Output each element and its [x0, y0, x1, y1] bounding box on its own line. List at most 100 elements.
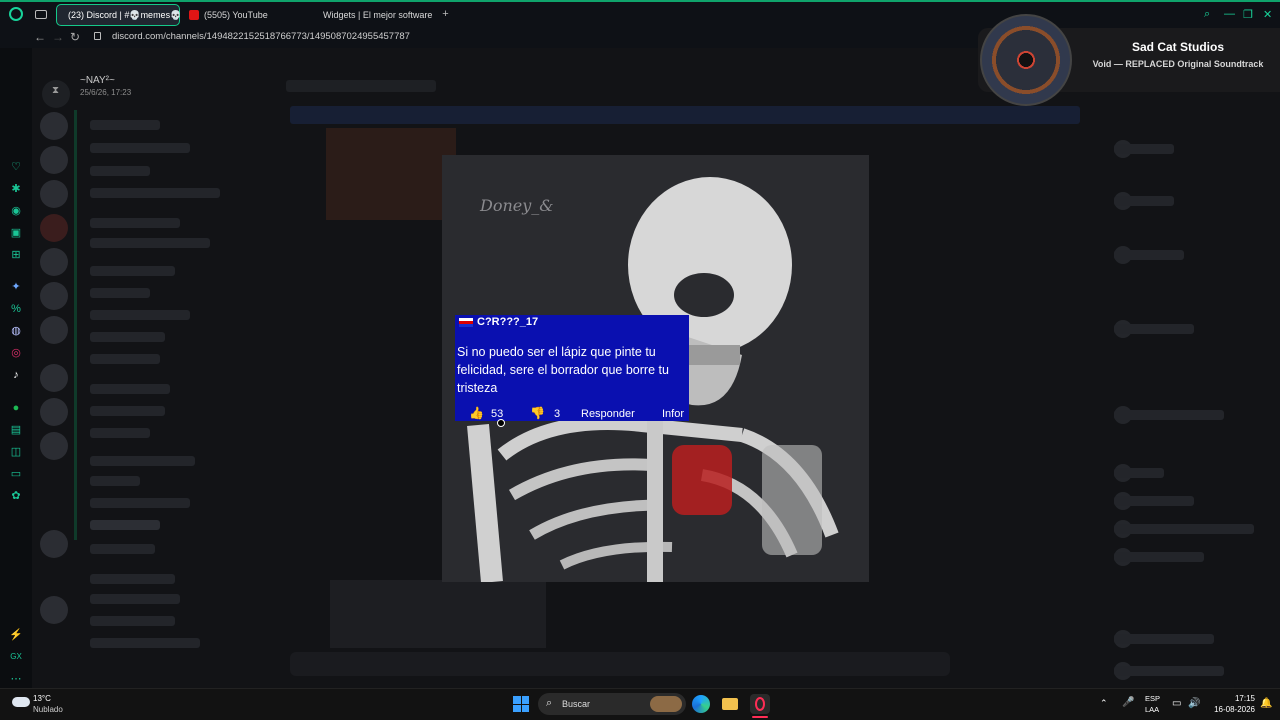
tab-widgets[interactable]: Widgets | El mejor software — [312, 4, 436, 26]
instagram-icon[interactable]: ◎ — [9, 346, 23, 360]
member-item[interactable] — [1114, 250, 1184, 260]
forward-icon[interactable]: → — [52, 30, 64, 44]
edge-icon[interactable] — [692, 695, 710, 713]
aria-icon[interactable]: ✦ — [9, 280, 23, 294]
channel-item[interactable] — [90, 476, 140, 486]
new-tab-icon[interactable]: + — [440, 9, 451, 20]
settings-icon[interactable]: ✿ — [9, 489, 23, 503]
unread-banner[interactable] — [290, 106, 1080, 124]
channel-item[interactable] — [90, 288, 150, 298]
tab-discord[interactable]: (23) Discord | #💀memes💀 — [56, 4, 181, 26]
server-icon[interactable] — [40, 248, 68, 276]
back-icon[interactable]: ← — [34, 30, 46, 44]
channel-item[interactable] — [90, 428, 150, 438]
taskbar-clock[interactable]: 17:15 — [1205, 694, 1255, 703]
server-icon[interactable] — [40, 530, 68, 558]
tiktok-icon[interactable]: ♪ — [9, 368, 23, 382]
ai-icon[interactable]: ✱ — [9, 182, 23, 196]
input-language[interactable]: ESP — [1145, 694, 1160, 703]
member-item[interactable] — [1114, 410, 1224, 420]
notes-icon[interactable]: ▤ — [9, 423, 23, 437]
chat-image[interactable] — [330, 580, 546, 648]
tab-youtube[interactable]: (5505) YouTube — [183, 4, 308, 26]
server-icon[interactable] — [40, 180, 68, 208]
member-item[interactable] — [1114, 496, 1194, 506]
channel-item[interactable] — [90, 188, 220, 198]
speed-icon[interactable]: ⚡ — [9, 628, 23, 642]
channel-item[interactable] — [90, 384, 170, 394]
microphone-icon[interactable]: 🎤 — [1122, 697, 1134, 708]
channel-item[interactable] — [90, 143, 190, 153]
opera-gx-taskbar-button[interactable] — [750, 694, 770, 714]
channel-item[interactable] — [90, 238, 210, 248]
weather-description[interactable]: Nublado — [33, 705, 63, 714]
server-name[interactable]: ~NAY²~ — [80, 75, 115, 86]
discord-sidebar-icon[interactable]: ◍ — [9, 324, 23, 338]
eye-icon[interactable]: ◉ — [9, 204, 23, 218]
minimize-icon[interactable]: — — [1224, 8, 1235, 20]
server-icon[interactable] — [40, 364, 68, 392]
server-icon[interactable] — [40, 112, 68, 140]
search-highlight-icon — [650, 696, 682, 712]
channel-item[interactable] — [90, 574, 175, 584]
message-input[interactable] — [290, 652, 950, 676]
channel-item[interactable] — [90, 354, 160, 364]
workspaces-icon[interactable] — [35, 10, 47, 19]
channel-item[interactable] — [90, 266, 175, 276]
file-explorer-icon[interactable] — [722, 698, 738, 710]
windows-start-icon[interactable] — [513, 696, 529, 712]
channel-item[interactable] — [90, 120, 160, 130]
heart-icon[interactable]: ♡ — [9, 160, 23, 174]
search-tabs-icon[interactable]: ⌕ — [1204, 8, 1210, 21]
member-item[interactable] — [1114, 552, 1204, 562]
channel-item[interactable] — [90, 616, 175, 626]
maximize-icon[interactable]: ❐ — [1243, 8, 1253, 21]
history-icon[interactable]: ◫ — [9, 445, 23, 459]
member-item[interactable] — [1114, 524, 1254, 534]
channel-item[interactable] — [90, 638, 200, 648]
reload-icon[interactable]: ↻ — [70, 30, 80, 44]
chat-image[interactable] — [326, 128, 456, 220]
channel-item[interactable] — [90, 456, 195, 466]
spotify-icon[interactable]: ● — [9, 401, 23, 415]
url-field[interactable]: discord.com/channels/1494822152518766773… — [112, 31, 410, 42]
network-icon[interactable]: ▭ — [1172, 698, 1181, 709]
volume-icon[interactable]: 🔊 — [1188, 698, 1200, 709]
close-icon[interactable]: ✕ — [1263, 8, 1272, 21]
percent-icon[interactable]: % — [9, 302, 23, 316]
channel-item[interactable] — [90, 310, 190, 320]
channel-item[interactable] — [90, 166, 150, 176]
channel-item[interactable] — [90, 544, 155, 554]
server-icon[interactable] — [40, 398, 68, 426]
box-icon[interactable]: ▣ — [9, 226, 23, 240]
notifications-icon[interactable]: 🔔 — [1260, 698, 1272, 709]
channel-item-active[interactable] — [90, 520, 160, 530]
taskbar-date[interactable]: 16-08-2026 — [1205, 705, 1255, 714]
member-item[interactable] — [1114, 324, 1194, 334]
member-item[interactable] — [1114, 144, 1174, 154]
gift-icon[interactable]: ⊞ — [9, 248, 23, 262]
server-icon[interactable] — [40, 316, 68, 344]
server-icon[interactable] — [40, 146, 68, 174]
display-icon[interactable]: ▭ — [9, 467, 23, 481]
member-item[interactable] — [1114, 634, 1214, 644]
channel-item[interactable] — [90, 332, 165, 342]
channel-item[interactable] — [90, 594, 180, 604]
weather-temperature[interactable]: 13°C — [33, 694, 51, 703]
opera-logo-icon[interactable] — [9, 7, 23, 21]
member-item[interactable] — [1114, 196, 1174, 206]
server-icon[interactable] — [40, 282, 68, 310]
gx-icon[interactable]: GX — [9, 650, 23, 664]
channel-item[interactable] — [90, 218, 180, 228]
server-icon[interactable] — [40, 214, 68, 242]
member-item[interactable] — [1114, 666, 1224, 676]
server-icon[interactable] — [40, 596, 68, 624]
input-language-layout[interactable]: LAA — [1145, 705, 1159, 714]
now-playing-track: Void — REPLACED Original Soundtrack — [1092, 59, 1264, 69]
chevron-up-icon[interactable]: ⌃ — [1100, 698, 1108, 709]
member-item[interactable] — [1114, 468, 1164, 478]
channel-item[interactable] — [90, 498, 190, 508]
more-icon[interactable]: ⋯ — [9, 672, 23, 686]
channel-item[interactable] — [90, 406, 165, 416]
server-icon[interactable] — [40, 432, 68, 460]
